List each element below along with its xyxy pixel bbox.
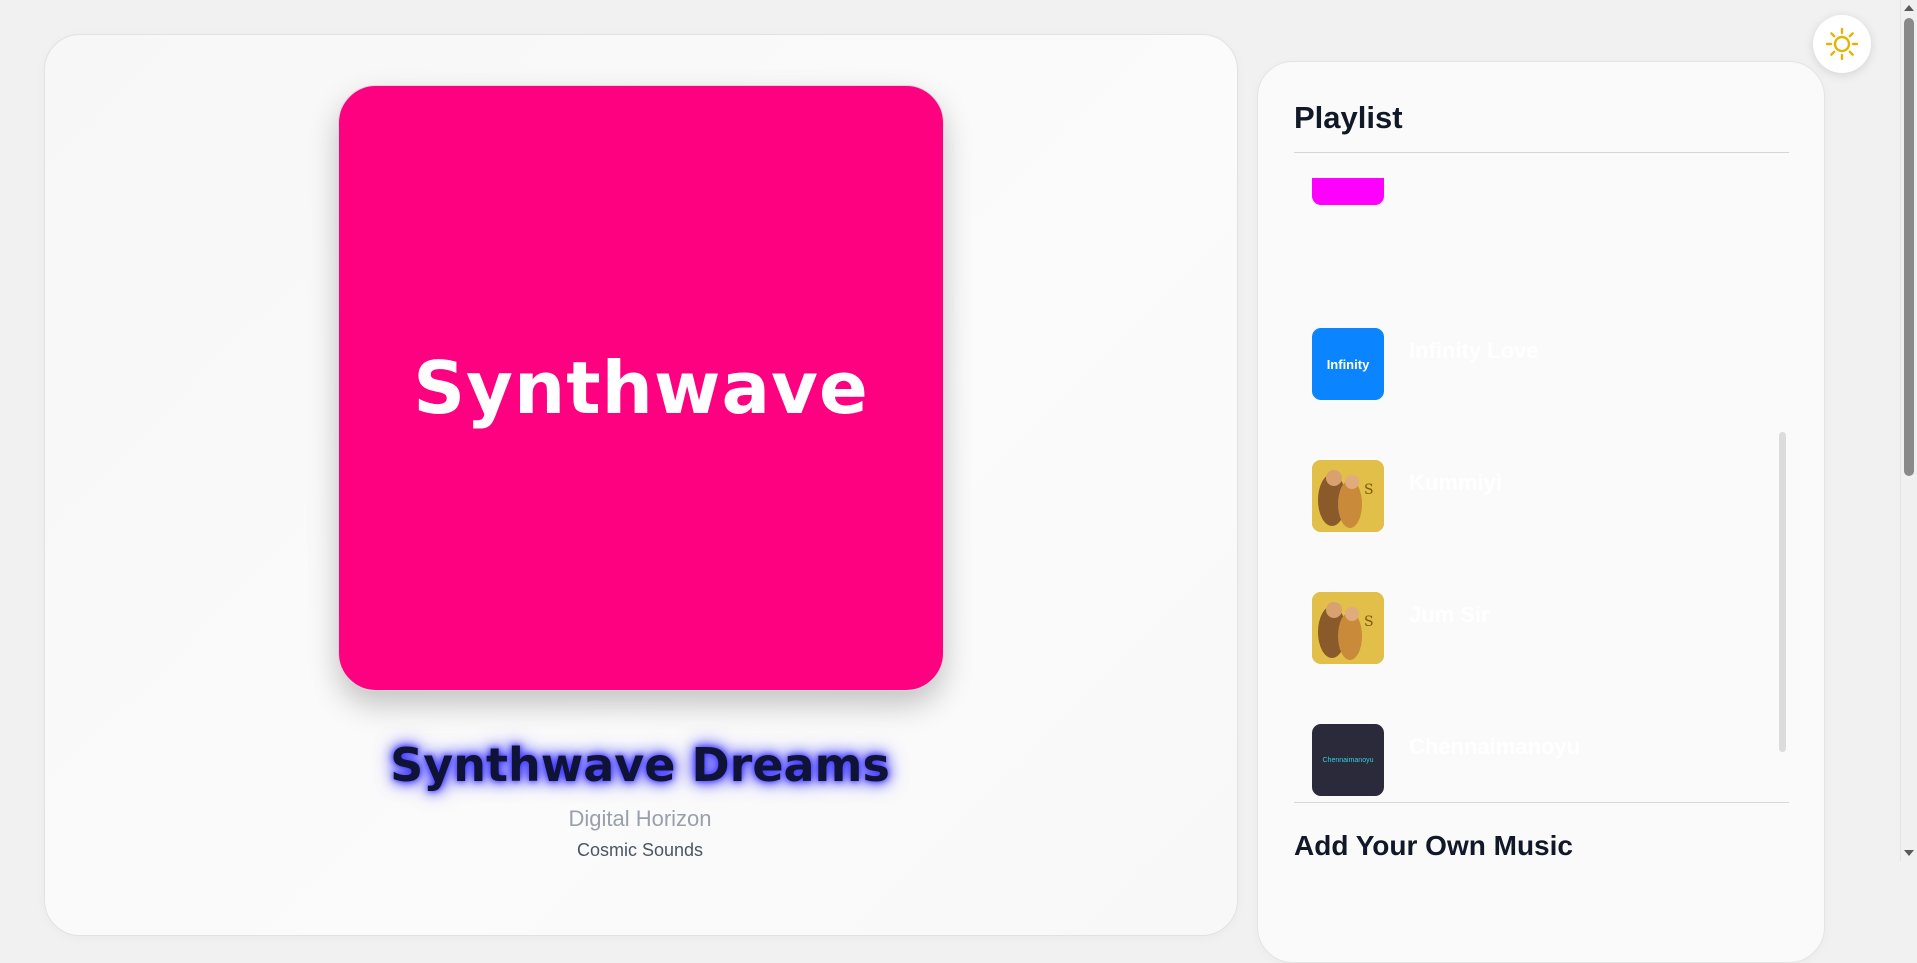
thumbnail-text: Infinity <box>1326 356 1370 372</box>
track-title: Synthwave Dreams <box>390 738 890 792</box>
playlist-item[interactable]: Chennaimanoyu Chennaimanoyu <box>1312 724 1772 796</box>
playlist-item-title: Jum Sir <box>1409 602 1490 627</box>
page-scrollbar[interactable] <box>1900 0 1917 861</box>
sun-icon <box>1825 27 1859 61</box>
photo-thumbnail-image: S <box>1312 460 1384 532</box>
svg-text:S: S <box>1364 482 1374 498</box>
add-music-title: Add Your Own Music <box>1294 830 1573 861</box>
theme-toggle-button[interactable] <box>1813 15 1871 73</box>
playlist-title: Playlist <box>1294 100 1403 135</box>
track-thumbnail: Chennaimanoyu <box>1312 724 1384 796</box>
track-thumbnail <box>1312 178 1384 205</box>
album-cover: Synthwave <box>338 85 944 691</box>
playlist-item-title: Kummiyi <box>1409 470 1502 495</box>
track-album: Cosmic Sounds <box>576 840 704 860</box>
svg-text:S: S <box>1364 614 1374 630</box>
scroll-up-arrow-icon[interactable] <box>1904 5 1914 11</box>
divider <box>1294 802 1789 803</box>
track-artist: Digital Horizon <box>568 806 712 831</box>
playlist-item[interactable]: Infinity Infinity Love <box>1312 328 1772 400</box>
album-cover-text: Synthwave <box>413 346 869 430</box>
track-thumbnail: Infinity <box>1312 328 1384 400</box>
photo-thumbnail-image: S <box>1312 592 1384 664</box>
playlist-item-title: Chennaimanoyu <box>1409 734 1581 759</box>
track-thumbnail: S <box>1312 592 1384 664</box>
playlist-item[interactable] <box>1312 178 1772 205</box>
thumbnail-text: Chennaimanoyu <box>1322 756 1374 764</box>
scrollbar-thumb[interactable] <box>1904 18 1914 476</box>
playlist-item[interactable]: S Jum Sir <box>1312 592 1772 664</box>
playlist-scrollbar[interactable] <box>1779 432 1786 752</box>
playlist-panel: Playlist Infinity Infinity Love S Kummiy… <box>1257 61 1825 963</box>
track-thumbnail: S <box>1312 460 1384 532</box>
divider <box>1294 152 1789 153</box>
playlist-item[interactable]: S Kummiyi <box>1312 460 1772 532</box>
playlist-list[interactable]: Infinity Infinity Love S Kummiyi S Jum S… <box>1294 178 1789 814</box>
playlist-item-title: Infinity Love <box>1409 338 1539 363</box>
scroll-down-arrow-icon[interactable] <box>1904 850 1914 856</box>
